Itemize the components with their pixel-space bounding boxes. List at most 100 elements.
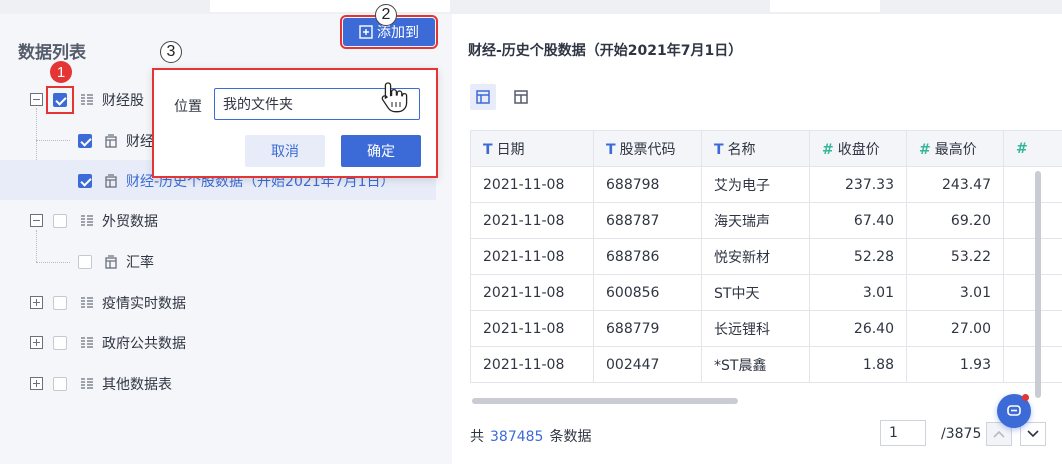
tree-item-label[interactable]: 疫情实时数据 xyxy=(102,293,186,313)
position-label: 位置 xyxy=(174,99,202,115)
cell: 52.28 xyxy=(809,238,907,275)
highlight-box-checkbox xyxy=(46,86,74,114)
cell: 3.01 xyxy=(906,274,1004,311)
step-badge-3: 3 xyxy=(160,41,182,63)
cell xyxy=(1003,166,1062,203)
cancel-button[interactable]: 取消 xyxy=(245,135,325,167)
table-icon xyxy=(105,174,117,188)
cell: 67.40 xyxy=(809,202,907,239)
cell: 243.47 xyxy=(906,166,1004,203)
folder-icon xyxy=(81,215,93,226)
notification-dot xyxy=(1022,394,1029,401)
column-header-code[interactable]: T 股票代码 xyxy=(593,130,702,167)
cell: 1.88 xyxy=(809,346,907,383)
collapse-toggle[interactable] xyxy=(30,93,43,106)
folder-icon xyxy=(81,94,93,105)
cell: 688779 xyxy=(593,310,702,347)
tree-guide-line xyxy=(36,262,70,263)
tree-item-label[interactable]: 财经 xyxy=(126,131,154,151)
grid-view-icon xyxy=(476,90,490,104)
tree-checkbox[interactable] xyxy=(53,377,67,391)
vertical-scrollbar[interactable] xyxy=(1035,171,1041,398)
data-preview-panel: 财经-历史个股数据（开始2021年7月1日） T 日期 T 股票代码 T 名称 # 收盘… xyxy=(452,14,1062,464)
tree-item-label[interactable]: 其他数据表 xyxy=(102,374,172,394)
tree-checkbox[interactable] xyxy=(78,134,92,148)
cell: *ST晨鑫 xyxy=(701,346,810,383)
preview-title: 财经-历史个股数据（开始2021年7月1日） xyxy=(468,43,743,59)
cell: 600856 xyxy=(593,274,702,311)
folder-icon xyxy=(81,297,93,308)
tree-item-label[interactable]: 财经股 xyxy=(102,90,144,110)
cell: 2021-11-08 xyxy=(470,274,594,311)
cell: 2021-11-08 xyxy=(470,202,594,239)
cell xyxy=(1003,202,1062,239)
cell: 69.20 xyxy=(906,202,1004,239)
expand-toggle[interactable] xyxy=(30,296,43,309)
table-view-icon xyxy=(514,90,528,104)
confirm-button[interactable]: 确定 xyxy=(341,135,421,167)
data-table-viewport[interactable]: T 日期 T 股票代码 T 名称 # 收盘价 # 最高价 # 2021-11-08 6887… xyxy=(470,130,1062,400)
cell: 海天瑞声 xyxy=(701,202,810,239)
grid-view-button[interactable] xyxy=(470,84,496,110)
tree-guide-line xyxy=(36,230,37,262)
tree-guide-line xyxy=(36,140,70,141)
cell: 688787 xyxy=(593,202,702,239)
table-row: 2021-11-08 600856 ST中天 3.01 3.01 xyxy=(470,274,1062,311)
tree-item-label[interactable]: 政府公共数据 xyxy=(102,333,186,353)
tree-checkbox[interactable] xyxy=(53,214,67,228)
page-number-input[interactable]: 1 xyxy=(880,420,926,446)
horizontal-scrollbar[interactable] xyxy=(472,398,738,404)
cell: 237.33 xyxy=(809,166,907,203)
tree-checkbox[interactable] xyxy=(53,336,67,350)
add-to-folder-icon xyxy=(359,25,373,39)
table-row: 2021-11-08 002447 *ST晨鑫 1.88 1.93 xyxy=(470,346,1062,383)
column-header-name[interactable]: T 名称 xyxy=(701,130,810,167)
table-icon xyxy=(105,134,117,148)
expand-toggle[interactable] xyxy=(30,377,43,390)
table-row: 2021-11-08 688786 悦安新材 52.28 53.22 xyxy=(470,238,1062,275)
top-tab-segment xyxy=(210,0,450,12)
cell xyxy=(1003,346,1062,383)
cell: 26.40 xyxy=(809,310,907,347)
hand-cursor-icon xyxy=(381,82,408,113)
tree-checkbox[interactable] xyxy=(78,174,92,188)
next-page-button[interactable] xyxy=(1020,422,1046,446)
tree-item-label[interactable]: 汇率 xyxy=(126,252,154,272)
tree-checkbox[interactable] xyxy=(53,296,67,310)
collapse-toggle[interactable] xyxy=(30,214,43,227)
panel-title: 数据列表 xyxy=(18,43,86,63)
cell: 2021-11-08 xyxy=(470,166,594,203)
cell: 3.01 xyxy=(809,274,907,311)
column-header-close[interactable]: # 收盘价 xyxy=(809,130,907,167)
table-view-button[interactable] xyxy=(508,84,534,110)
cell: 53.22 xyxy=(906,238,1004,275)
cell: 1.93 xyxy=(906,346,1004,383)
total-pages: /3875 xyxy=(941,426,982,442)
cell: 2021-11-08 xyxy=(470,310,594,347)
top-tab-strip xyxy=(0,0,1062,14)
cell: 长远锂科 xyxy=(701,310,810,347)
folder-icon xyxy=(81,337,93,348)
expand-toggle[interactable] xyxy=(30,336,43,349)
cell: 002447 xyxy=(593,346,702,383)
cell xyxy=(1003,274,1062,311)
record-count: 387485 xyxy=(490,429,544,445)
cell: ST中天 xyxy=(701,274,810,311)
cell xyxy=(1003,238,1062,275)
record-count-text: 共 387485 条数据 xyxy=(470,429,592,445)
tree-item-label[interactable]: 外贸数据 xyxy=(102,211,158,231)
chevron-down-icon xyxy=(1027,430,1039,438)
table-row: 2021-11-08 688779 长远锂科 26.40 27.00 xyxy=(470,310,1062,347)
column-header-high[interactable]: # 最高价 xyxy=(906,130,1004,167)
column-header-date[interactable]: T 日期 xyxy=(470,130,594,167)
cell: 27.00 xyxy=(906,310,1004,347)
table-header-row: T 日期 T 股票代码 T 名称 # 收盘价 # 最高价 # xyxy=(470,130,1062,167)
cell: 688786 xyxy=(593,238,702,275)
cell: 688798 xyxy=(593,166,702,203)
step-badge-1: 1 xyxy=(50,61,72,83)
table-row: 2021-11-08 688787 海天瑞声 67.40 69.20 xyxy=(470,202,1062,239)
chevron-up-icon xyxy=(993,430,1005,438)
table-icon xyxy=(105,255,117,269)
column-header-more[interactable]: # xyxy=(1003,130,1062,167)
tree-checkbox[interactable] xyxy=(78,255,92,269)
